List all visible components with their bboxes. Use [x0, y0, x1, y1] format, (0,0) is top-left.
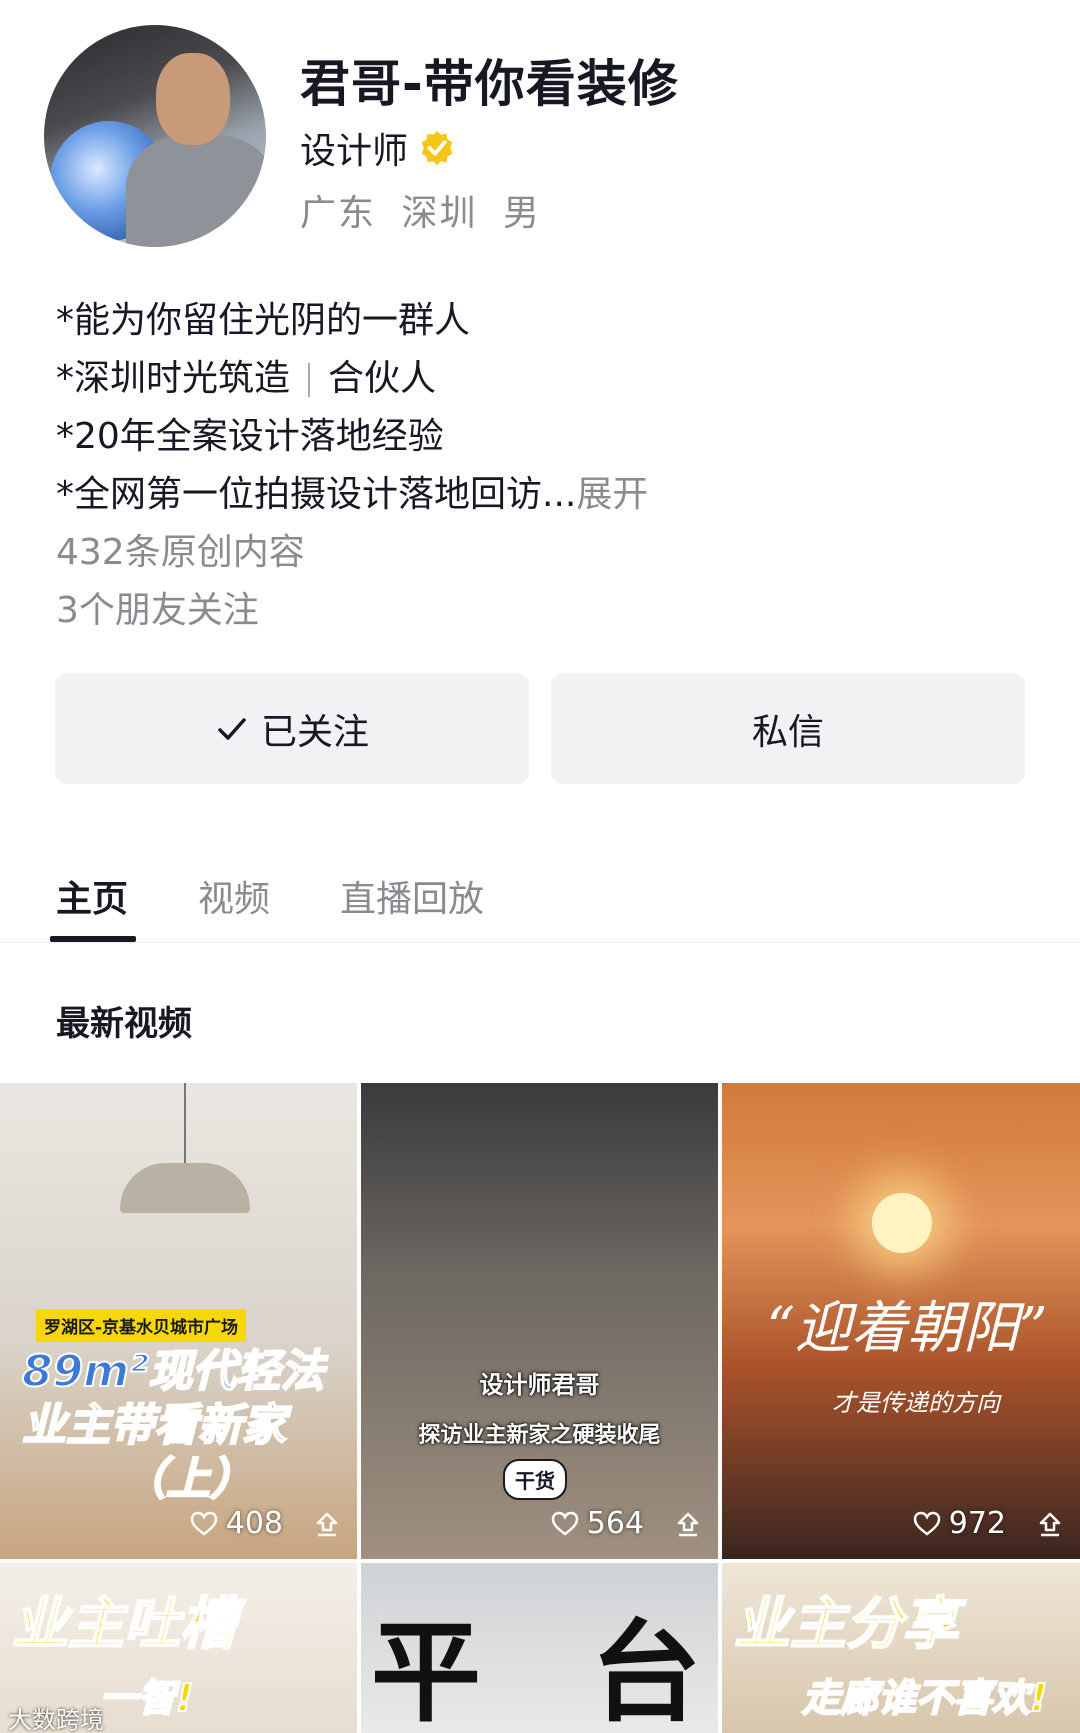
video-stats: 972 [913, 1506, 1064, 1541]
bio-line: *20年全案设计落地经验 [56, 416, 444, 457]
heart-icon [913, 1511, 940, 1536]
tabs-divider [0, 942, 1080, 943]
tab-live-replay[interactable]: 直播回放 [340, 870, 484, 942]
video-location-tag: 罗湖区-京基水贝城市广场 [36, 1309, 247, 1342]
avatar[interactable] [44, 25, 266, 247]
video-cover-title: 业主分享 [733, 1591, 959, 1658]
friends-following[interactable]: 3个朋友关注 [56, 582, 1036, 640]
verified-badge-icon [421, 130, 453, 166]
bio-company: *深圳时光筑造 [56, 358, 291, 399]
like-count: 408 [190, 1506, 283, 1541]
following-label: 已关注 [260, 711, 369, 753]
tab-videos[interactable]: 视频 [198, 870, 270, 942]
profile-tabs: 主页 视频 直播回放 [49, 870, 484, 942]
video-cover-subtitle: 走廊谁不喜欢! [801, 1675, 1048, 1721]
message-label: 私信 [751, 711, 824, 753]
profile-gender: 男 [502, 193, 541, 234]
location-province: 广东 [300, 193, 377, 234]
sunrise-image [872, 1193, 932, 1253]
message-button[interactable]: 私信 [551, 673, 1025, 784]
profile-location: 广东 深圳 男 [300, 184, 553, 236]
video-pill-tag: 干货 [503, 1459, 567, 1500]
video-stats: 408 [190, 1506, 341, 1541]
section-title: 最新视频 [56, 1004, 192, 1044]
bio-line: *全网第一位拍摄设计落地回访...展开 [56, 466, 1036, 524]
role-row: 设计师 [300, 122, 456, 174]
share-icon[interactable] [313, 1510, 341, 1538]
video-grid: 罗湖区-京基水贝城市广场 89m²现代轻法 业主带看新家 （上） 408 设计师… [0, 1083, 1080, 1733]
video-cover-title: 平 [371, 1608, 481, 1733]
bio-title: 合伙人 [328, 358, 437, 399]
video-cover-subtitle: 才是传递的方向 [832, 1389, 1000, 1417]
cover-line: （上） [121, 1453, 255, 1506]
video-tile[interactable]: “迎着朝阳” 才是传递的方向 972 [722, 1083, 1080, 1559]
bio-divider [308, 363, 311, 397]
cover-line: 89m²现代轻法 [21, 1345, 325, 1398]
like-count-value: 564 [586, 1506, 644, 1541]
video-stats: 564 [551, 1506, 702, 1541]
video-tile[interactable]: 设计师君哥 探访业主新家之硬装收尾 干货 564 [361, 1083, 718, 1559]
share-icon[interactable] [674, 1510, 702, 1538]
profile-header: 君哥-带你看装修 设计师 广东 深圳 男 [0, 0, 1080, 260]
profile-actions: 已关注 私信 [55, 673, 1025, 784]
profile-role: 设计师 [300, 131, 409, 172]
pendant-lamp-image [120, 1163, 250, 1213]
share-icon[interactable] [1036, 1510, 1064, 1538]
person-head-image [156, 53, 230, 145]
cover-line: 业主带看新家 [21, 1399, 287, 1452]
original-content-count[interactable]: 432条原创内容 [56, 524, 1036, 582]
profile-bio: *能为你留住光阴的一群人 *深圳时光筑造 合伙人 *20年全案设计落地经验 *全网… [56, 292, 1036, 640]
like-count: 564 [551, 1506, 644, 1541]
video-cover-title: 台 [591, 1608, 701, 1733]
location-city: 深圳 [401, 193, 478, 234]
video-cover-title: 89m²现代轻法 业主带看新家 （上） [21, 1345, 342, 1507]
video-tile[interactable]: 业主分享 走廊谁不喜欢! [722, 1563, 1080, 1733]
bio-line: *能为你留住光阴的一群人 [56, 300, 471, 341]
heart-icon [551, 1511, 578, 1536]
person-body-image [126, 135, 266, 247]
checkmark-icon [218, 717, 246, 740]
video-tile[interactable]: 平 台 [361, 1563, 718, 1733]
video-cover-title: “迎着朝阳” [766, 1296, 1048, 1361]
bio-line: *深圳时光筑造 合伙人 [56, 350, 1036, 408]
watermark: 大数跨境 [8, 1706, 104, 1733]
like-count: 972 [913, 1506, 1006, 1541]
video-cover-title: 业主吐槽 [11, 1591, 237, 1658]
video-cover-title: 设计师君哥 [479, 1371, 600, 1399]
video-cover-subtitle: 探访业主新家之硬装收尾 [418, 1423, 661, 1448]
lamp-cord-image [184, 1083, 186, 1167]
like-count-value: 972 [948, 1506, 1006, 1541]
like-count-value: 408 [225, 1506, 283, 1541]
video-cover-subtitle: 一智! [99, 1675, 194, 1721]
expand-bio-link[interactable]: 展开 [576, 474, 648, 515]
profile-name: 君哥-带你看装修 [300, 55, 679, 113]
heart-icon [190, 1511, 217, 1536]
following-button[interactable]: 已关注 [55, 673, 529, 784]
bio-truncated: *全网第一位拍摄设计落地回访... [56, 474, 577, 515]
video-tile[interactable]: 罗湖区-京基水贝城市广场 89m²现代轻法 业主带看新家 （上） 408 [0, 1083, 357, 1559]
tab-home[interactable]: 主页 [49, 870, 137, 942]
